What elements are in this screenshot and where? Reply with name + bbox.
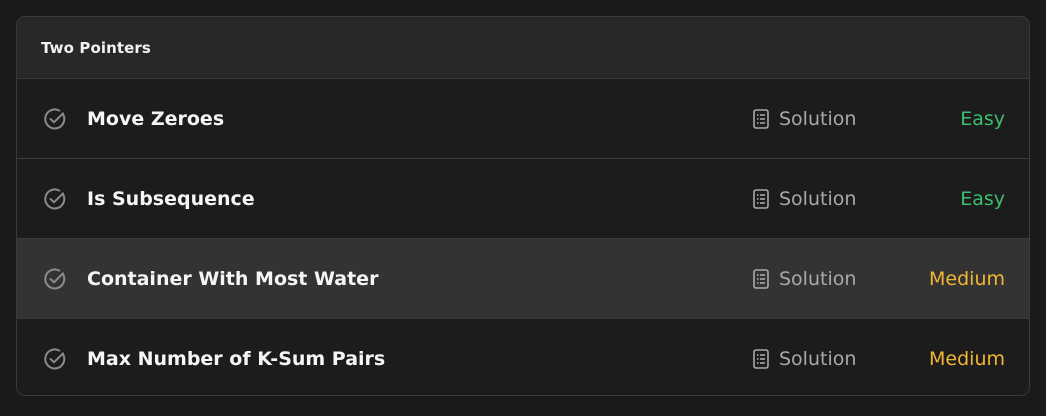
check-circle-icon[interactable] (43, 187, 67, 211)
solution-link[interactable]: Solution (752, 348, 856, 370)
section-title: Two Pointers (41, 38, 151, 57)
check-circle-icon[interactable] (43, 347, 67, 371)
difficulty-badge: Medium (929, 267, 1005, 290)
difficulty-badge: Easy (960, 107, 1005, 130)
problem-list-panel: Two Pointers Move Zeroes Solution Easy I… (16, 16, 1030, 396)
problem-row-is-subsequence[interactable]: Is Subsequence Solution Easy (17, 158, 1029, 238)
problem-row-move-zeroes[interactable]: Move Zeroes Solution Easy (17, 78, 1029, 158)
solution-label: Solution (779, 107, 857, 130)
document-icon (752, 108, 770, 130)
check-circle-icon[interactable] (43, 107, 67, 131)
problem-title[interactable]: Container With Most Water (87, 268, 378, 290)
problem-row-container-with-most-water[interactable]: Container With Most Water Solution Mediu… (17, 238, 1029, 318)
solution-link[interactable]: Solution (752, 108, 856, 130)
problem-title[interactable]: Max Number of K-Sum Pairs (87, 348, 385, 370)
problem-row-max-number-of-k-sum-pairs[interactable]: Max Number of K-Sum Pairs Solution Mediu… (17, 318, 1029, 395)
difficulty-badge: Easy (960, 187, 1005, 210)
document-icon (752, 268, 770, 290)
solution-label: Solution (779, 187, 857, 210)
problem-title[interactable]: Move Zeroes (87, 108, 224, 130)
solution-label: Solution (779, 267, 857, 290)
problem-title[interactable]: Is Subsequence (87, 188, 255, 210)
solution-link[interactable]: Solution (752, 188, 856, 210)
solution-label: Solution (779, 347, 857, 370)
document-icon (752, 348, 770, 370)
document-icon (752, 188, 770, 210)
solution-link[interactable]: Solution (752, 268, 856, 290)
difficulty-badge: Medium (929, 347, 1005, 370)
check-circle-icon[interactable] (43, 267, 67, 291)
section-header[interactable]: Two Pointers (17, 17, 1029, 78)
